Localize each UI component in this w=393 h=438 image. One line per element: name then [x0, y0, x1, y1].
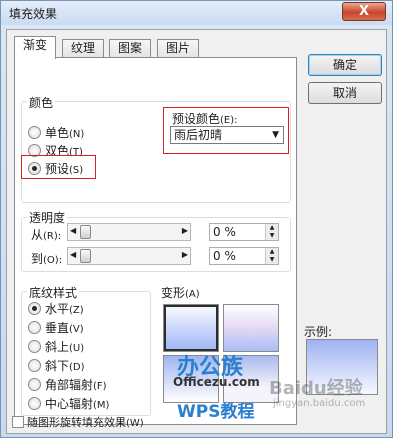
- shortcut-key: (M): [93, 400, 110, 411]
- from-text: 从: [31, 228, 44, 242]
- fill-effects-dialog: 填充效果 X 渐变 纹理 图案 图片 颜色 单色(N) 双色(T) 预设(S) …: [0, 0, 393, 438]
- shortcut-key: (F): [93, 381, 107, 392]
- slider-thumb[interactable]: [80, 249, 91, 263]
- tab-texture[interactable]: 纹理: [62, 39, 105, 58]
- radio-horizontal[interactable]: 水平(Z): [28, 300, 84, 316]
- color-group-label: 颜色: [27, 94, 56, 111]
- shortcut-key: (O):: [43, 255, 63, 266]
- gradient-panel: 颜色 单色(N) 双色(T) 预设(S) 预设颜色(E): 雨后初晴 ▼ 透明度…: [14, 57, 297, 425]
- radio-from-corner[interactable]: 角部辐射(F): [28, 376, 107, 392]
- right-arrow-icon[interactable]: ▶: [182, 226, 188, 235]
- shortcut-key: (U): [69, 343, 85, 354]
- radio-button[interactable]: [28, 321, 41, 334]
- tab-pattern[interactable]: 图案: [109, 39, 152, 58]
- from-spinner[interactable]: 0 % ▲ ▼: [209, 223, 279, 241]
- from-slider[interactable]: ◀ ▶: [67, 223, 191, 241]
- left-arrow-icon[interactable]: ◀: [70, 226, 76, 235]
- shortcut-key: (A): [185, 289, 200, 300]
- radio-from-center[interactable]: 中心辐射(M): [28, 395, 109, 411]
- radio-button[interactable]: [28, 340, 41, 353]
- to-slider[interactable]: ◀ ▶: [67, 247, 191, 265]
- transparency-label: 透明度: [27, 209, 68, 226]
- radio-label: 水平: [45, 302, 70, 316]
- variant-swatch-1[interactable]: [163, 304, 219, 352]
- radio-label: 角部辐射: [45, 378, 94, 392]
- sample-label: 示例:: [304, 325, 333, 339]
- radio-label: 中心辐射: [45, 397, 94, 411]
- rotate-with-shape-checkbox[interactable]: 随图形旋转填充效果(W): [12, 414, 144, 430]
- checkbox-label: 随图形旋转填充效果: [27, 416, 126, 429]
- from-value: 0 %: [213, 225, 236, 239]
- watermark-baidu: Baidu经验: [269, 378, 363, 399]
- cancel-button[interactable]: 取消: [308, 82, 382, 104]
- preset-dropdown-highlight: [163, 107, 289, 154]
- slider-thumb[interactable]: [80, 225, 91, 239]
- radio-label: 垂直: [45, 321, 70, 335]
- spin-buttons[interactable]: ▲ ▼: [265, 248, 278, 264]
- spin-buttons[interactable]: ▲ ▼: [265, 224, 278, 240]
- watermark-site: Officezu.com: [173, 375, 260, 389]
- variant-swatch-2[interactable]: [223, 304, 279, 352]
- radio-button[interactable]: [28, 378, 41, 391]
- left-arrow-icon[interactable]: ◀: [70, 250, 76, 259]
- title-bar: 填充效果 X: [1, 1, 392, 25]
- tab-gradient[interactable]: 渐变: [14, 36, 57, 59]
- shortcut-key: (Z): [69, 305, 84, 316]
- radio-button[interactable]: [28, 126, 41, 139]
- ok-button[interactable]: 确定: [308, 54, 382, 76]
- shortcut-key: (W): [126, 418, 144, 429]
- radio-one-color[interactable]: 单色(N): [28, 124, 84, 140]
- shortcut-key: (V): [69, 324, 84, 335]
- radio-button[interactable]: [28, 359, 41, 372]
- watermark-wps: WPS教程: [177, 402, 255, 422]
- shortcut-key: (N): [69, 129, 85, 140]
- variants-text: 变形: [161, 286, 186, 300]
- shading-styles-label: 底纹样式: [27, 284, 80, 301]
- shortcut-key: (R):: [43, 231, 62, 242]
- variants-label: 变形(A): [161, 284, 200, 301]
- radio-vertical[interactable]: 垂直(V): [28, 319, 84, 335]
- from-label: 从(R):: [31, 226, 61, 243]
- tab-picture[interactable]: 图片: [157, 39, 200, 58]
- to-value: 0 %: [213, 249, 236, 263]
- radio-label: 单色: [45, 126, 70, 140]
- window-title: 填充效果: [9, 7, 58, 21]
- to-spinner[interactable]: 0 % ▲ ▼: [209, 247, 279, 265]
- checkbox-box[interactable]: [12, 416, 24, 428]
- shortcut-key: (D): [69, 362, 85, 373]
- radio-button[interactable]: [28, 302, 41, 315]
- to-label: 到(O):: [31, 250, 62, 267]
- close-button[interactable]: X: [342, 2, 386, 21]
- radio-label: 斜上: [45, 340, 70, 354]
- watermark-baidu-url: jingyan.baidu.com: [273, 398, 366, 409]
- radio-diagonal-down[interactable]: 斜下(D): [28, 357, 85, 373]
- radio-label: 斜下: [45, 359, 70, 373]
- to-text: 到: [31, 252, 44, 266]
- right-arrow-icon[interactable]: ▶: [182, 250, 188, 259]
- preset-radio-highlight: [21, 155, 96, 179]
- radio-diagonal-up[interactable]: 斜上(U): [28, 338, 84, 354]
- radio-button[interactable]: [28, 397, 41, 410]
